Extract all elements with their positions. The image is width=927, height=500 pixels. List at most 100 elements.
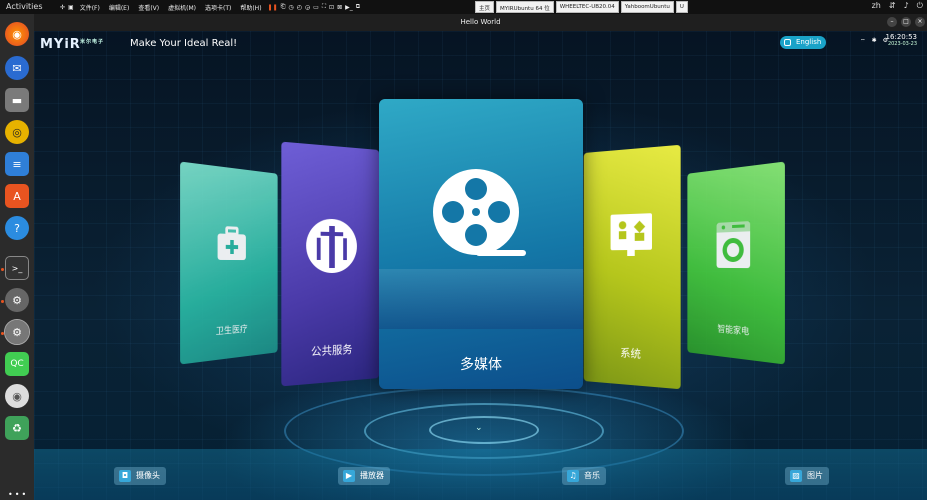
picture-icon: ▨ <box>790 470 802 482</box>
decor-ring <box>429 416 539 444</box>
close-button[interactable]: × <box>915 17 925 27</box>
tab-myir[interactable]: MYIRUbuntu 64 位 <box>496 1 554 13</box>
card-public-label: 公共服务 <box>281 339 379 361</box>
window-icon[interactable]: ▣ <box>68 4 74 11</box>
public-service-icon <box>303 215 359 276</box>
pictures-label: 图片 <box>807 471 823 480</box>
thunderbird-icon[interactable]: ✉ <box>5 56 29 80</box>
view-icon[interactable]: ⧉ <box>356 3 360 11</box>
desktop: Activities ✢ ▣ 文件(F) 编辑(E) 查看(V) 虚拟机(M) … <box>0 0 927 500</box>
network-icon[interactable]: ⇵ <box>889 1 896 11</box>
card-media-label: 多媒体 <box>379 354 583 374</box>
card-health-label: 卫生医疗 <box>180 319 278 341</box>
app-window: Hello World – □ × MYiR 米尔电子 Make Your Id… <box>34 14 927 500</box>
menu-help[interactable]: 帮助(H) <box>237 3 264 12</box>
settings-icon[interactable]: ⚙ <box>5 288 29 312</box>
tab-yahboom[interactable]: YahboomUbuntu <box>621 1 674 13</box>
dvd-icon[interactable]: ◉ <box>5 384 29 408</box>
help-icon[interactable]: ? <box>5 216 29 240</box>
player-icon: ▶ <box>343 470 355 482</box>
manage-snapshot-icon[interactable]: ◶ <box>305 4 310 11</box>
tab-home[interactable]: 主页 <box>475 1 494 13</box>
medical-kit-icon <box>214 223 249 264</box>
rhythmbox-icon[interactable]: ◎ <box>5 120 29 144</box>
card-smart-home[interactable]: 智能家电 <box>687 161 785 364</box>
bluetooth-icon: ✱ <box>872 37 877 45</box>
ubuntu-top-bar: Activities ✢ ▣ 文件(F) 编辑(E) 查看(V) 虚拟机(M) … <box>0 0 927 14</box>
unity-icon[interactable]: ⊡ <box>329 4 334 11</box>
music-label: 音乐 <box>584 471 600 480</box>
show-apps-icon[interactable]: ••• <box>8 490 28 499</box>
fit-window-icon[interactable]: ▭ <box>313 4 319 11</box>
running-indicator <box>1 268 4 271</box>
menu-file[interactable]: 文件(F) <box>77 3 103 12</box>
tab-u[interactable]: U <box>676 1 688 13</box>
restore-snapshot-icon[interactable]: ◴ <box>297 4 302 11</box>
menu-vm[interactable]: 虚拟机(M) <box>165 3 199 12</box>
activities-button[interactable]: Activities <box>6 2 43 11</box>
vm-tabs: 主页 MYIRUbuntu 64 位 WHEELTEC-UB20.04 Yahb… <box>475 1 688 13</box>
stretch-icon[interactable]: ⊠ <box>337 4 342 11</box>
bottom-bar: ◘ 摄像头 ▶ 播放器 ♫ 音乐 ▨ 图片 <box>34 449 927 500</box>
slogan: Make Your Ideal Real! <box>130 38 237 49</box>
software-icon[interactable]: A <box>5 184 29 208</box>
wifi-icon: ⌔ <box>860 37 866 45</box>
writer-icon[interactable]: ≡ <box>5 152 29 176</box>
tab-wheeltec[interactable]: WHEELTEC-UB20.04 <box>556 1 619 13</box>
card-home-label: 智能家电 <box>687 319 785 341</box>
language-button[interactable]: English <box>780 36 826 49</box>
firefox-icon[interactable]: ◉ <box>5 22 29 46</box>
clock-date: 2023-03-23 <box>886 41 917 47</box>
pictures-button[interactable]: ▨ 图片 <box>785 467 829 485</box>
menu-tabs[interactable]: 选项卡(T) <box>202 3 234 12</box>
qtcreator-icon[interactable]: QC <box>5 352 29 376</box>
power-icon[interactable]: ⏻ <box>917 1 923 11</box>
trash-icon[interactable]: ♻ <box>5 416 29 440</box>
media-photo-strip <box>379 269 583 329</box>
music-button[interactable]: ♫ 音乐 <box>562 467 606 485</box>
send-keys-icon[interactable]: ⎗ <box>281 3 286 11</box>
console-icon[interactable]: ▶_ <box>345 4 353 11</box>
card-health[interactable]: 卫生医疗 <box>180 161 278 364</box>
settings-active-icon[interactable]: ⚙ <box>5 320 29 344</box>
language-icon <box>784 39 791 46</box>
player-label: 播放器 <box>360 471 384 480</box>
clock: 16:20:53 2023-03-23 <box>886 33 917 47</box>
camera-label: 摄像头 <box>136 471 160 480</box>
running-indicator <box>1 300 4 303</box>
card-public-service[interactable]: 公共服务 <box>281 142 379 387</box>
logo-subtitle: 米尔电子 <box>80 38 104 45</box>
window-titlebar: Hello World – □ × <box>34 14 927 31</box>
myir-logo: MYiR 米尔电子 <box>40 37 120 52</box>
chevron-down-icon[interactable]: ⌄ <box>475 423 483 433</box>
card-system-label: 系统 <box>584 342 681 364</box>
pause-icon[interactable]: ❚❚ <box>268 4 278 11</box>
hmi-app: MYiR 米尔电子 Make Your Ideal Real! English … <box>34 31 927 500</box>
camera-icon: ◘ <box>119 470 131 482</box>
system-tray: zh ⇵ ♪ ⏻ <box>872 1 923 11</box>
keyboard-lang[interactable]: zh <box>872 1 881 11</box>
fullscreen-icon[interactable]: ⛶ <box>322 3 326 11</box>
pin-icon[interactable]: ✢ <box>60 4 65 11</box>
snapshot-icon[interactable]: ◷ <box>288 4 293 11</box>
card-system[interactable]: 系统 <box>584 145 681 390</box>
washing-machine-icon <box>713 219 754 270</box>
card-multimedia[interactable]: 多媒体 <box>379 99 583 389</box>
running-indicator <box>1 332 4 335</box>
system-apps-icon <box>607 210 654 261</box>
window-title: Hello World <box>460 18 500 26</box>
language-label: English <box>796 38 821 46</box>
music-icon: ♫ <box>567 470 579 482</box>
menu-edit[interactable]: 编辑(E) <box>106 3 132 12</box>
vmware-toolbar: ✢ ▣ 文件(F) 编辑(E) 查看(V) 虚拟机(M) 选项卡(T) 帮助(H… <box>60 0 850 14</box>
status-icons: ⌔ ✱ ⚙ <box>860 37 888 45</box>
minimize-button[interactable]: – <box>887 17 897 27</box>
terminal-icon[interactable]: >_ <box>5 256 29 280</box>
ubuntu-dock: ◉ ✉ ▬ ◎ ≡ A ? >_ ⚙ ⚙ QC ◉ ♻ ••• <box>0 14 34 500</box>
player-button[interactable]: ▶ 播放器 <box>338 467 390 485</box>
maximize-button[interactable]: □ <box>901 17 911 27</box>
menu-view[interactable]: 查看(V) <box>135 3 162 12</box>
camera-button[interactable]: ◘ 摄像头 <box>114 467 166 485</box>
volume-icon[interactable]: ♪ <box>904 1 909 11</box>
files-icon[interactable]: ▬ <box>5 88 29 112</box>
